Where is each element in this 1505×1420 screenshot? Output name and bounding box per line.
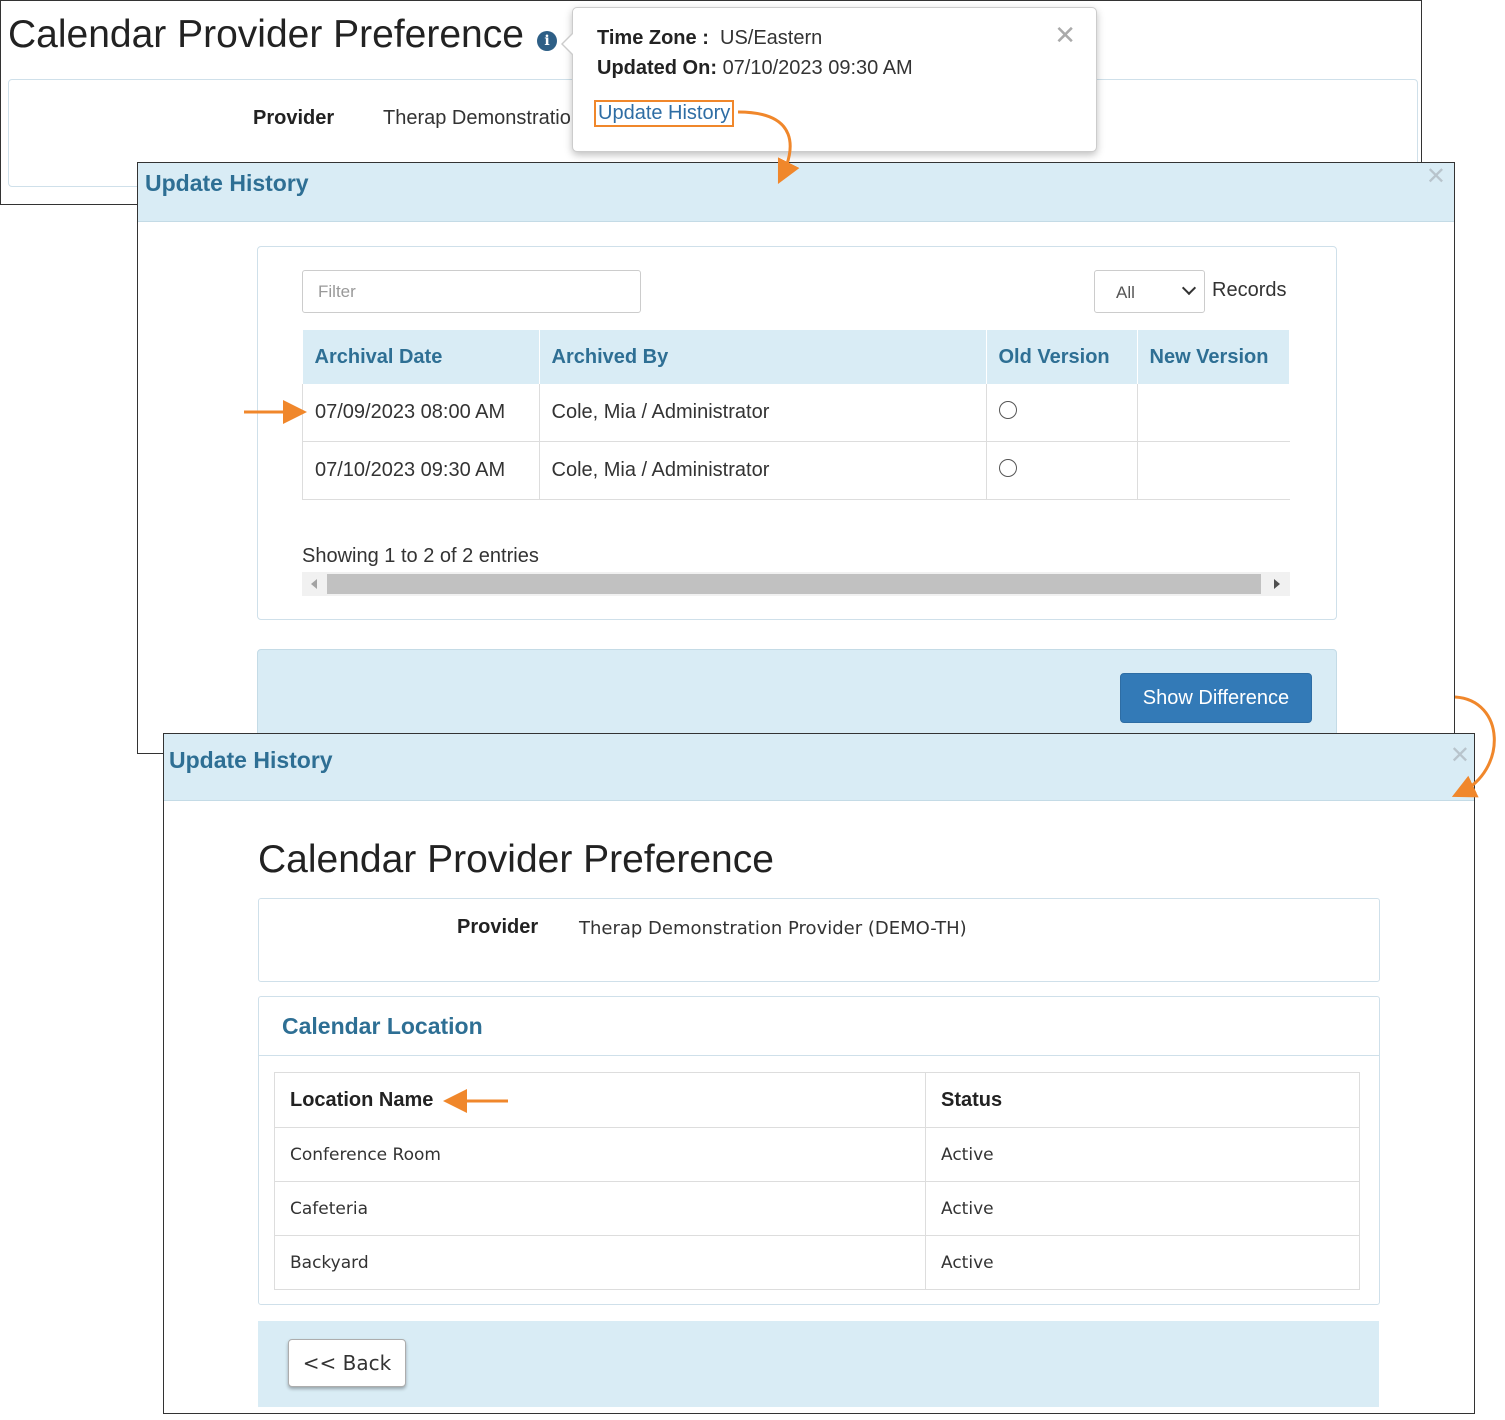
back-button[interactable]: << Back [288, 1339, 406, 1387]
table-row: Backyard Active [274, 1235, 1360, 1290]
updated-on-value: 07/10/2023 09:30 AM [722, 57, 913, 79]
location-name-cell: Cafeteria [274, 1181, 926, 1236]
close-icon[interactable]: ✕ [1426, 165, 1446, 189]
modal-title: Update History [169, 747, 333, 773]
table-row: Conference Room Active [274, 1127, 1360, 1182]
modal-footer [258, 1321, 1379, 1407]
panel-header: Calendar Location [259, 997, 1379, 1056]
time-zone-label: Time Zone : [597, 27, 709, 49]
close-icon[interactable]: ✕ [1054, 22, 1076, 48]
provider-label: Provider [253, 107, 335, 129]
time-zone-row: Time Zone : US/Eastern [597, 27, 822, 50]
info-circle-icon[interactable]: i [537, 31, 557, 51]
page-title: Calendar Provider Preference [8, 13, 524, 56]
new-version-cell [1137, 441, 1290, 500]
column-header-archival-date[interactable]: Archival Date [302, 330, 540, 384]
chevron-down-icon [1181, 280, 1197, 296]
modal-header: Update History ✕ [164, 734, 1474, 801]
table-row: 07/09/2023 08:00 AM Cole, Mia / Administ… [302, 384, 1290, 442]
old-version-radio[interactable] [998, 458, 1017, 477]
entries-info: Showing 1 to 2 of 2 entries [302, 545, 539, 567]
updated-on-label: Updated On: [597, 57, 717, 79]
records-label: Records [1212, 279, 1287, 301]
scroll-left-icon[interactable] [311, 579, 317, 589]
info-popover: Time Zone : US/Eastern Updated On: 07/10… [561, 7, 1097, 152]
section-title: Calendar Location [282, 1013, 483, 1039]
scrollbar-thumb[interactable] [327, 574, 1261, 594]
records-select[interactable]: All [1094, 270, 1205, 313]
update-history-detail-modal: Update History ✕ Calendar Provider Prefe… [163, 733, 1475, 1414]
status-cell: Active [925, 1127, 1360, 1182]
provider-value: Therap Demonstratio [383, 107, 571, 129]
history-table: Archival Date Archived By Old Version Ne… [302, 330, 1290, 500]
provider-label: Provider [457, 916, 539, 938]
records-select-value: All [1116, 283, 1135, 302]
modal-title: Update History [145, 170, 309, 196]
new-version-cell [1137, 384, 1290, 442]
table-row: Cafeteria Active [274, 1181, 1360, 1236]
time-zone-value: US/Eastern [720, 27, 823, 49]
update-history-link[interactable]: Update History [594, 100, 735, 127]
modal-header: Update History ✕ [138, 163, 1454, 222]
update-history-modal: Update History ✕ All Records Archival Da… [137, 162, 1455, 761]
old-version-radio[interactable] [998, 400, 1017, 419]
page-title: Calendar Provider Preference [258, 838, 774, 881]
column-header-archived-by[interactable]: Archived By [539, 330, 987, 384]
status-cell: Active [925, 1235, 1360, 1290]
old-version-cell [986, 384, 1138, 442]
location-name-cell: Backyard [274, 1235, 926, 1290]
filter-input[interactable] [302, 270, 641, 313]
column-header-new-version[interactable]: New Version [1137, 330, 1290, 384]
provider-panel [258, 898, 1380, 982]
archived-by-cell: Cole, Mia / Administrator [539, 441, 987, 500]
horizontal-scrollbar[interactable] [302, 572, 1290, 596]
column-header-location-name: Location Name [274, 1072, 926, 1128]
archival-date-cell: 07/09/2023 08:00 AM [302, 384, 540, 442]
location-table: Location Name Status Conference Room Act… [274, 1072, 1360, 1290]
old-version-cell [986, 441, 1138, 500]
archival-date-cell: 07/10/2023 09:30 AM [302, 441, 540, 500]
close-icon[interactable]: ✕ [1450, 744, 1470, 768]
column-header-status: Status [925, 1072, 1360, 1128]
status-cell: Active [925, 1181, 1360, 1236]
column-header-old-version[interactable]: Old Version [986, 330, 1138, 384]
provider-value: Therap Demonstration Provider (DEMO-TH) [579, 918, 967, 939]
scroll-right-icon[interactable] [1274, 579, 1280, 589]
updated-on-row: Updated On: 07/10/2023 09:30 AM [597, 57, 913, 80]
location-name-cell: Conference Room [274, 1127, 926, 1182]
archived-by-cell: Cole, Mia / Administrator [539, 384, 987, 442]
table-row: 07/10/2023 09:30 AM Cole, Mia / Administ… [302, 441, 1290, 500]
popover-caret-fill [563, 33, 574, 55]
show-difference-button[interactable]: Show Difference [1120, 673, 1312, 723]
